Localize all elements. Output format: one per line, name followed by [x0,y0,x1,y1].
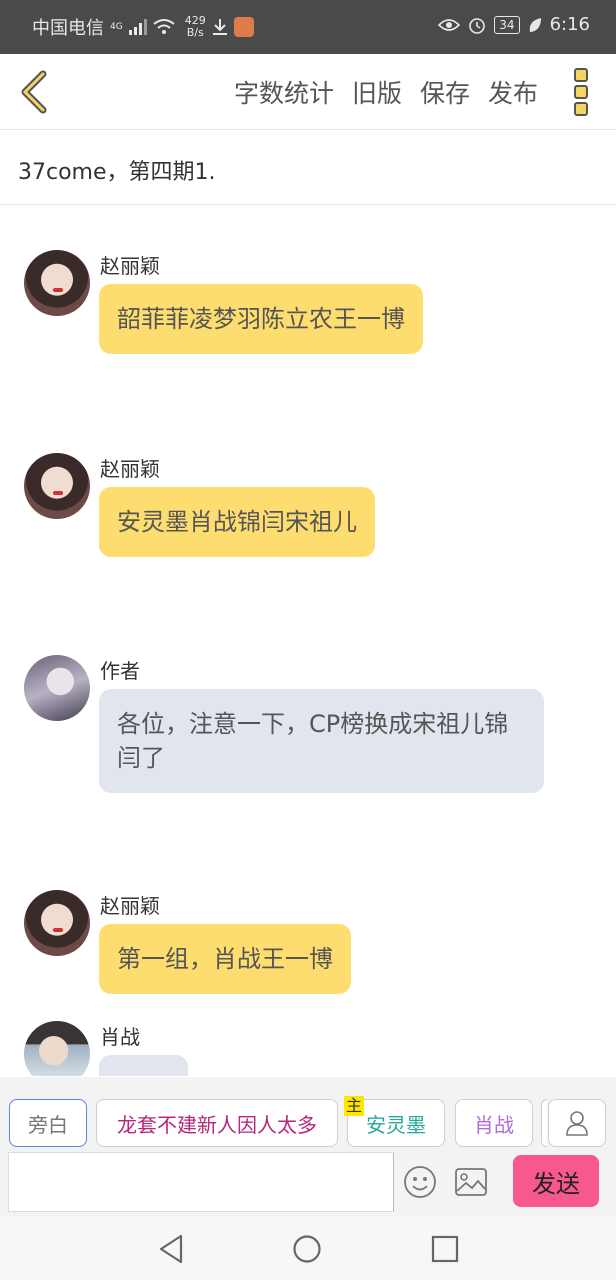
chevron-left-icon [21,70,47,114]
sender-name: 作者 [100,659,140,683]
emoji-button[interactable] [403,1165,437,1199]
status-left: 中国电信 4G 429 B/s [32,14,254,40]
carrier-label: 中国电信 [32,18,104,39]
back-button[interactable] [14,70,54,114]
add-role-button[interactable] [548,1099,606,1147]
avatar[interactable] [24,250,90,316]
status-bar: 中国电信 4G 429 B/s 34 6:16 [0,0,616,54]
person-icon [566,1111,588,1136]
top-toolbar: 字数统计 旧版 保存 发布 [0,54,616,130]
avatar[interactable] [24,890,90,956]
old-version-button[interactable]: 旧版 [352,74,402,110]
more-dot-icon [574,85,588,99]
word-count-button[interactable]: 字数统计 [234,74,334,110]
clock-time: 6:16 [549,14,590,35]
nav-home-icon[interactable] [292,1234,322,1264]
publish-button[interactable]: 发布 [488,74,538,110]
image-icon [455,1168,487,1196]
nav-recent-apps-icon[interactable] [431,1235,459,1263]
avatar[interactable] [24,655,90,721]
wifi-icon [153,19,175,34]
status-right: 34 6:16 [438,14,590,35]
alarm-icon [469,17,486,34]
network-speed: 429 B/s [185,15,206,39]
role-chip-partial[interactable] [541,1099,547,1147]
more-dot-icon [574,68,588,82]
signal-icon [128,19,147,35]
system-nav-bar [0,1217,616,1280]
chat-area[interactable]: 赵丽颖 韶菲菲凌梦羽陈立农王一博 赵丽颖 安灵墨肖战锦闫宋祖儿 作者 各位，注意… [0,206,616,1076]
network-badge: 4G [110,22,123,32]
narration-role-chip[interactable]: 旁白 [9,1099,87,1147]
nav-back-icon[interactable] [158,1234,184,1264]
sender-name: 赵丽颖 [100,254,160,278]
input-row: 发送 [0,1151,616,1217]
story-title: 37come，第四期1. [18,160,216,185]
toolbar-actions: 字数统计 旧版 保存 发布 [234,74,538,110]
battery-indicator: 34 [494,15,520,34]
download-icon [212,19,227,35]
main-role-badge: 主 [344,1096,365,1116]
message-input[interactable] [8,1152,394,1212]
message-bubble[interactable]: 各位，注意一下，CP榜换成宋祖儿锦闫了 [99,689,544,793]
image-button[interactable] [454,1166,488,1198]
more-menu-button[interactable] [574,68,590,116]
message-bubble[interactable] [99,1055,188,1076]
sender-name: 赵丽颖 [100,894,160,918]
more-dot-icon [574,102,588,116]
message-bubble[interactable]: 安灵墨肖战锦闫宋祖儿 [99,487,375,557]
avatar[interactable] [24,1021,90,1076]
sender-name: 赵丽颖 [100,457,160,481]
app-notification-icon [233,17,254,37]
sender-name: 肖战 [100,1025,140,1049]
message-bubble[interactable]: 韶菲菲凌梦羽陈立农王一博 [99,284,423,354]
eye-icon [438,18,461,31]
role-chip[interactable]: 龙套不建新人因人太多 [96,1099,338,1147]
role-chip[interactable]: 肖战 [455,1099,533,1147]
message-bubble[interactable]: 第一组，肖战王一博 [99,924,351,994]
leaf-icon [529,17,541,32]
story-title-row[interactable]: 37come，第四期1. [0,130,616,205]
send-button[interactable]: 发送 [513,1155,599,1207]
save-button[interactable]: 保存 [420,74,470,110]
smiley-icon [404,1166,436,1198]
role-bar: 旁白 龙套不建新人因人太多 安灵墨 主 肖战 [0,1077,616,1151]
avatar[interactable] [24,453,90,519]
speed-unit: B/s [186,26,204,39]
